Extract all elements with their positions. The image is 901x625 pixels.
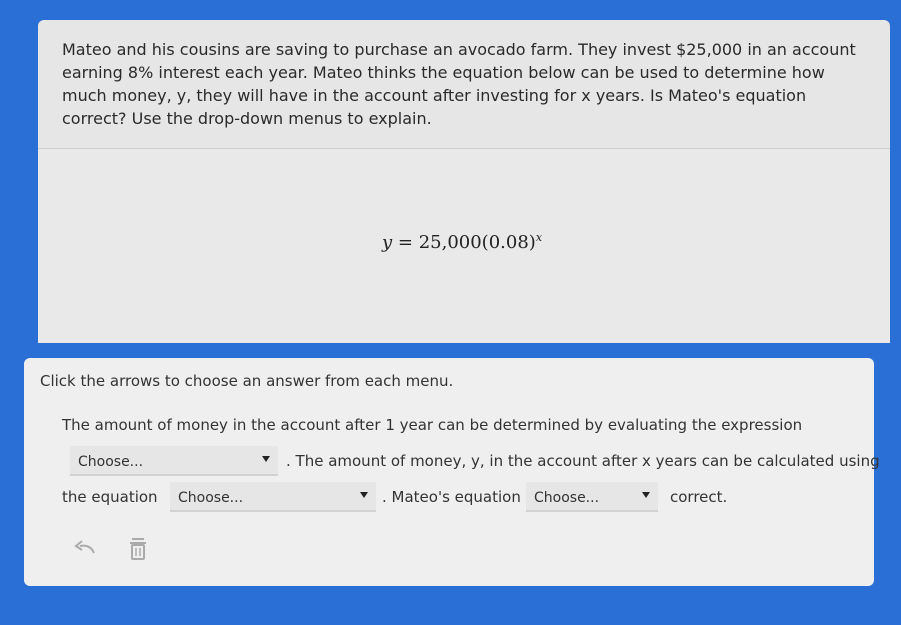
chevron-down-icon [262, 456, 270, 462]
answer-line-3-start: the equation [62, 488, 158, 506]
trash-icon[interactable] [128, 536, 148, 566]
instruction-text: Click the arrows to choose an answer fro… [40, 372, 454, 390]
dropdown-equation[interactable]: Choose... [170, 482, 376, 512]
undo-arrow-icon[interactable] [72, 538, 98, 562]
question-text: Mateo and his cousins are saving to purc… [62, 40, 856, 128]
answer-line-3-mid: . Mateo's equation [382, 488, 521, 506]
dropdown-correctness[interactable]: Choose... [526, 482, 658, 512]
dropdown-equation-value: Choose... [178, 490, 244, 506]
equation-lhs: y [382, 232, 393, 253]
question-card: Mateo and his cousins are saving to purc… [38, 20, 890, 343]
chevron-down-icon [360, 492, 368, 498]
equation: y = 25,000(0.08)x [382, 231, 542, 253]
equation-rhs: 25,000(0.08) [418, 232, 536, 253]
equation-equals: = [392, 232, 419, 253]
answer-line-3-end: correct. [670, 488, 728, 506]
chevron-down-icon [642, 492, 650, 498]
equation-panel: y = 25,000(0.08)x [38, 149, 890, 343]
answer-card: Click the arrows to choose an answer fro… [24, 358, 880, 586]
answer-line-2: . The amount of money, y, in the account… [286, 452, 880, 470]
answer-line-1: The amount of money in the account after… [62, 416, 803, 434]
dropdown-expression[interactable]: Choose... [70, 446, 278, 476]
dropdown-expression-value: Choose... [78, 454, 144, 470]
equation-exponent: x [535, 231, 543, 244]
dropdown-correctness-value: Choose... [534, 490, 600, 506]
